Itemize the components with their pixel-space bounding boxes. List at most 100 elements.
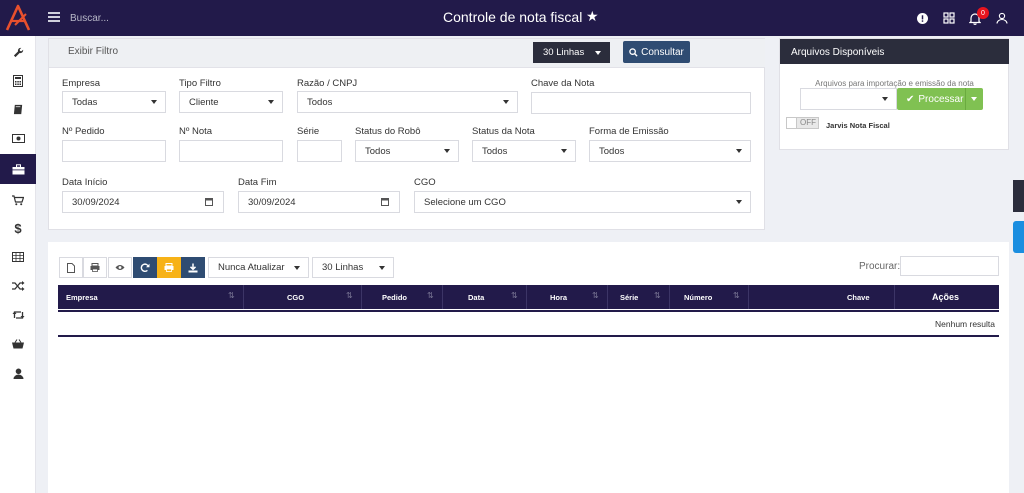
processar-button[interactable]: ✔ Processar [897, 88, 983, 110]
download-button[interactable] [181, 257, 205, 278]
download-icon [188, 263, 198, 272]
user-profile-icon[interactable] [995, 11, 1009, 25]
sort-icon[interactable]: ⇅ [228, 291, 235, 300]
toggle-state: OFF [800, 118, 816, 127]
chevron-down-icon [595, 50, 601, 55]
serie-input[interactable] [297, 140, 342, 162]
table-header: Empresa ⇅ CGO ⇅ Pedido ⇅ Data ⇅ Hora ⇅ S… [58, 285, 999, 309]
arquivos-select[interactable] [800, 88, 897, 110]
calendar-icon[interactable] [381, 197, 389, 208]
column-header-hora[interactable]: Hora [550, 285, 567, 309]
global-search-input[interactable] [70, 8, 270, 28]
hamburger-menu-icon[interactable] [48, 12, 60, 22]
print-button[interactable] [83, 257, 107, 278]
app-logo[interactable] [0, 0, 36, 36]
chevron-down-icon [294, 265, 300, 270]
status-robo-select[interactable]: Todos [355, 140, 459, 162]
chevron-down-icon [561, 149, 567, 153]
processar-dropdown-toggle[interactable] [965, 88, 983, 110]
tipo-filtro-value: Cliente [189, 96, 219, 108]
sort-icon[interactable]: ⇅ [654, 291, 661, 300]
sidebar-item-shuffle[interactable] [0, 271, 36, 301]
sidebar-item-book[interactable] [0, 94, 36, 124]
status-nota-label: Status da Nota [472, 126, 535, 137]
data-inicio-input[interactable] [62, 191, 224, 213]
auto-refresh-select[interactable]: Nunca Atualizar [208, 257, 309, 278]
favorite-star-icon[interactable]: ★ [586, 8, 599, 25]
sidebar-item-cart[interactable] [0, 185, 36, 215]
sidebar-item-wrench[interactable] [0, 37, 36, 67]
table-search-input[interactable] [900, 256, 999, 276]
forma-emissao-value: Todos [599, 145, 625, 157]
status-nota-select[interactable]: Todos [472, 140, 576, 162]
nota-input[interactable] [179, 140, 283, 162]
cgo-value: Selecione um CGO [424, 196, 506, 208]
right-side-blue-tab[interactable] [1013, 221, 1024, 253]
refresh-button[interactable] [133, 257, 157, 278]
print-orange-button[interactable] [157, 257, 181, 278]
sidebar-item-calculator[interactable] [0, 66, 36, 96]
chevron-down-icon [151, 100, 157, 104]
column-header-chave[interactable]: Chave [847, 285, 870, 309]
cgo-label: CGO [414, 177, 436, 188]
show-filter-toggle[interactable]: Exibir Filtro [68, 46, 118, 57]
table-icon [12, 252, 24, 262]
column-separator [669, 285, 670, 309]
column-header-serie[interactable]: Série [620, 285, 638, 309]
razao-cnpj-select[interactable]: Todos [297, 91, 518, 113]
export-file-button[interactable] [59, 257, 83, 278]
jarvis-label: Jarvis Nota Fiscal [826, 121, 890, 130]
apps-grid-icon[interactable] [942, 11, 956, 25]
column-header-cgo[interactable]: CGO [287, 285, 304, 309]
sidebar-item-money[interactable] [0, 123, 36, 153]
data-fim-input[interactable] [238, 191, 400, 213]
notification-badge: 0 [977, 7, 989, 19]
sidebar-item-user[interactable] [0, 358, 36, 388]
chevron-down-icon [444, 149, 450, 153]
view-columns-button[interactable] [108, 257, 132, 278]
status-nota-value: Todos [482, 145, 508, 157]
forma-emissao-select[interactable]: Todos [589, 140, 751, 162]
right-side-collapse-tab[interactable] [1013, 180, 1024, 212]
chave-nota-input[interactable] [531, 92, 751, 114]
sidebar-item-basket[interactable] [0, 329, 36, 359]
sidebar-item-table[interactable] [0, 242, 36, 272]
status-robo-label: Status do Robô [355, 126, 421, 137]
consultar-button[interactable]: Consultar [623, 41, 690, 63]
shuffle-icon [11, 281, 24, 291]
sort-icon[interactable]: ⇅ [346, 291, 353, 300]
column-header-pedido[interactable]: Pedido [382, 285, 407, 309]
column-header-acoes: Ações [932, 292, 960, 302]
pedido-input[interactable] [62, 140, 166, 162]
chave-nota-label: Chave da Nota [531, 78, 595, 89]
column-header-data[interactable]: Data [468, 285, 484, 309]
basket-icon [12, 339, 24, 349]
tipo-filtro-select[interactable]: Cliente [179, 91, 283, 113]
check-icon: ✔ [906, 93, 915, 105]
retweet-icon [12, 311, 24, 319]
jarvis-toggle[interactable]: OFF [786, 117, 819, 129]
calendar-icon[interactable] [205, 197, 213, 208]
serie-label: Série [297, 126, 320, 137]
money-icon [11, 133, 25, 143]
empresa-select[interactable]: Todas [62, 91, 166, 113]
sidebar-item-briefcase[interactable] [0, 154, 36, 184]
column-header-empresa[interactable]: Empresa [66, 285, 98, 309]
tipo-filtro-label: Tipo Filtro [179, 78, 221, 89]
sort-icon[interactable]: ⇅ [511, 291, 518, 300]
sort-icon[interactable]: ⇅ [427, 291, 434, 300]
table-lines-select[interactable]: 30 Linhas [312, 257, 394, 278]
filter-lines-select[interactable]: 30 Linhas [533, 42, 610, 63]
sidebar-item-retweet[interactable] [0, 300, 36, 330]
sort-icon[interactable]: ⇅ [592, 291, 599, 300]
column-header-numero[interactable]: Número [684, 285, 712, 309]
user-icon [13, 368, 23, 379]
empty-table-row: Nenhum resulta [58, 314, 999, 334]
sort-icon[interactable]: ⇅ [733, 291, 740, 300]
info-icon[interactable] [915, 11, 929, 25]
procurar-label: Procurar: [859, 261, 901, 272]
sidebar-item-dollar[interactable]: $ [0, 213, 36, 243]
cgo-select[interactable]: Selecione um CGO [414, 191, 751, 213]
print-icon [164, 263, 174, 272]
chevron-down-icon [882, 97, 888, 101]
